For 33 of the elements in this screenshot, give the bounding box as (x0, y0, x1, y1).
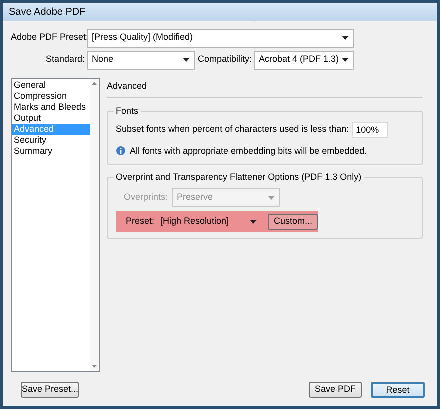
save-pdf-button[interactable]: Save PDF (309, 382, 362, 398)
field-label: Adobe PDF Preset: (11, 31, 87, 44)
save-preset-button[interactable]: Save Preset... (21, 382, 79, 398)
field-label: Standard: (44, 53, 86, 66)
window-title: Save Adobe PDF (9, 6, 86, 20)
field-label: Overprints: (124, 190, 168, 204)
dropdown[interactable]: [Press Quality] (Modified) (87, 28, 354, 48)
group-title: Overprint and Transparency Flattener Options (PDF 1.3 Only) (114, 171, 364, 184)
caret-icon (250, 220, 258, 224)
info-icon (116, 146, 126, 156)
panel-title: Advanced (107, 81, 148, 91)
scroll-up-icon[interactable] (92, 82, 97, 85)
category-item[interactable]: Security (12, 135, 90, 146)
field-label: Compatibility: (196, 53, 253, 66)
caret-icon (342, 36, 349, 40)
category-item[interactable]: Marks and Bleeds (12, 102, 90, 113)
caret-icon (183, 58, 190, 62)
info-text: All fonts with appropriate embedding bits will be embedded. (130, 144, 368, 158)
caret-icon (268, 196, 276, 200)
percent-field[interactable]: 100% (352, 122, 388, 138)
dropdown[interactable]: Acrobat 4 (PDF 1.3) (254, 50, 354, 70)
category-item[interactable]: Summary (12, 146, 90, 157)
field-label: Subset fonts when percent of characters used is less than: (116, 122, 350, 136)
dropdown[interactable]: None (87, 50, 195, 70)
category-item[interactable]: Compression (12, 91, 90, 102)
reset-button[interactable]: Reset (371, 382, 425, 398)
category-item[interactable]: Output (12, 113, 90, 124)
dropdown[interactable]: [High Resolution] (158, 213, 260, 230)
category-item[interactable]: General (12, 80, 90, 91)
custom-button[interactable]: Custom... (268, 214, 318, 230)
scroll-down-icon[interactable] (92, 365, 97, 368)
caret-icon (342, 58, 349, 62)
field-label: Preset: (126, 214, 155, 228)
